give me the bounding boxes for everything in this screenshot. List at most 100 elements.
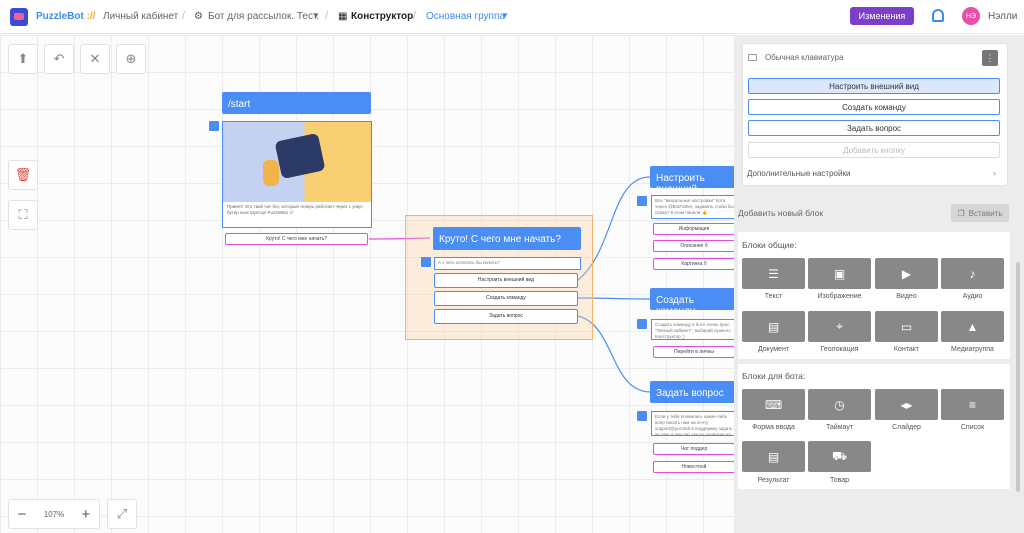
keyboard-icon [748,54,757,61]
avatar[interactable]: НЭ [962,7,980,25]
hand-illustration [263,160,279,186]
tile-label: Слайдер [892,424,921,431]
tile-label: Товар [829,477,850,484]
constructor-canvas[interactable]: ⬆ ↶ ✕ ⊕ 🗑 ⛶ − 107% + ⤢ /start Привет! Эт… [0,35,734,533]
text-block-icon [637,319,647,329]
panel-scrollbar[interactable] [1016,262,1020,492]
more-options-icon[interactable]: ⋮ [982,50,998,66]
slider-icon: ◂▸ [900,397,913,412]
bot-icon: ⚙ [194,11,203,22]
node-appearance-button-1[interactable]: Информация [653,223,734,235]
audio-block-tile[interactable]: ♪ [941,258,1004,289]
shapes-icon: ▲ [966,319,979,334]
start-node-title[interactable]: /start [222,92,371,114]
tile-label: Изображение [817,293,862,300]
document-icon: ▤ [767,319,780,334]
geolocation-block-tile[interactable]: ⌖ [808,311,871,342]
add-button[interactable]: Добавить кнопку [748,142,1000,158]
node-appearance-button-3[interactable]: Картинка б [653,258,734,270]
list-block-tile[interactable]: ≡ [941,389,1004,420]
keyboard-title: Обычная клавиатура [765,53,844,62]
main-button-3[interactable]: Задать вопрос [434,309,578,324]
paste-label: Вставить [968,208,1003,218]
keyboard-button-3[interactable]: Задать вопрос [748,120,1000,136]
tile-label: Текст [764,293,783,300]
breadcrumb-separator: / [325,10,329,22]
breadcrumb-group[interactable]: Основная группа [426,11,505,22]
music-icon: ♪ [969,266,976,281]
main-button-1[interactable]: Настроить внешний вид [434,273,578,288]
add-block-title: Добавить новый блок [738,208,824,218]
tile-label: Результат [757,477,790,484]
robot-illustration [274,132,326,180]
start-text: Привет! Это твой чат-бот, который теперь… [227,204,364,215]
chevron-down-icon[interactable]: ▼ [312,11,320,20]
puzzlebot-logo-icon[interactable] [10,8,28,26]
node-appearance-text[interactable]: Все "визуальные настройки" бота через @B… [651,195,734,219]
node-question-title[interactable]: Задать вопрос [650,381,734,403]
extra-settings[interactable]: Дополнительные настройки [747,169,850,178]
brand-name[interactable]: PuzzleBot :// [36,11,95,22]
keyboard-button-1[interactable]: Настроить внешний вид [748,78,1000,94]
main-message[interactable]: А с чего хотелось бы начать? [434,257,581,270]
node-question-button-2[interactable]: Новостной [653,461,734,473]
breadcrumb-bot[interactable]: Бот для рассылок. Тест. [208,11,319,22]
input-form-icon: ⌨ [764,397,783,412]
video-block-tile[interactable]: ▶ [875,258,938,289]
bell-icon[interactable] [932,9,944,22]
tile-label: Геолокация [820,346,859,353]
contact-icon: ▭ [900,319,913,334]
bot-blocks-title: Блоки для бота: [742,371,806,381]
product-block-tile[interactable]: ⛟ [808,441,871,472]
map-icon: ⌖ [836,319,843,333]
timeout-block-tile[interactable]: ◷ [808,389,871,420]
start-button[interactable]: Круто! С чего мне начать? [225,233,368,245]
breadcrumb-constructor[interactable]: Конструктор [351,11,413,22]
chevron-right-icon[interactable]: › [993,168,996,178]
stopwatch-icon: ◷ [834,397,845,412]
breadcrumb-cabinet[interactable]: Личный кабинет [103,11,178,22]
tile-label: Контакт [893,346,920,353]
tile-label: Таймаут [825,424,854,431]
node-question-button-1[interactable]: Чат поддер [653,443,734,455]
copy-icon: ❐ [957,208,965,218]
tile-label: Медиагруппа [951,346,994,353]
input-form-block-tile[interactable]: ⌨ [742,389,805,420]
start-image [223,122,371,202]
tile-label: Форма ввода [752,424,795,431]
node-command-text[interactable]: Создать команду в боте очень прос "Личны… [651,319,734,340]
grid-icon: ▦ [338,11,348,22]
user-name[interactable]: Нэлли [988,11,1017,22]
tile-label: Документ [757,346,790,353]
paste-button[interactable]: ❐ Вставить [951,204,1009,222]
node-command-title[interactable]: Создать команду [650,288,734,317]
contact-block-tile[interactable]: ▭ [875,311,938,342]
changes-button[interactable]: Изменения [850,7,914,25]
slider-block-tile[interactable]: ◂▸ [875,389,938,420]
node-appearance-title[interactable]: Настроить внешний [650,166,734,195]
mediagroup-block-tile[interactable]: ▲ [941,311,1004,342]
main-button-2[interactable]: Создать команду [434,291,578,306]
start-message-card[interactable]: Привет! Это твой чат-бот, который теперь… [222,121,372,228]
text-icon: ☰ [768,266,779,281]
image-icon: ▣ [833,266,846,281]
top-bar: PuzzleBot :// Личный кабинет / ⚙ Бот для… [0,0,1024,34]
keyboard-button-2[interactable]: Создать команду [748,99,1000,115]
result-block-tile[interactable]: ▤ [742,441,805,472]
breadcrumb-separator: / [413,10,417,22]
text-block-icon [209,121,219,131]
video-icon: ▶ [901,266,912,281]
common-blocks-title: Блоки общие: [742,240,797,250]
image-block-tile[interactable]: ▣ [808,258,871,289]
main-node-title[interactable]: Круто! С чего мне начать? [433,227,581,250]
node-appearance-button-2[interactable]: Описание б [653,240,734,252]
chevron-down-icon[interactable]: ▼ [501,11,509,20]
tile-label: Видео [896,293,917,300]
document-block-tile[interactable]: ▤ [742,311,805,342]
text-block-icon [421,257,431,267]
node-question-text[interactable]: Если у тебя появились какие-либо вопр пи… [651,411,734,436]
list-icon: ≡ [968,397,976,412]
product-icon: ⛟ [831,448,848,463]
node-command-button[interactable]: Перейти в личны [653,346,734,358]
text-block-tile[interactable]: ☰ [742,258,805,289]
